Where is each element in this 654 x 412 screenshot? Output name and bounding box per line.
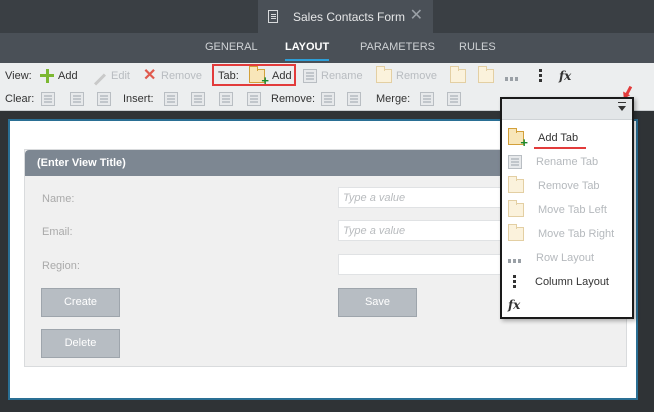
view-edit-button[interactable]: Edit (93, 68, 130, 86)
remove-row-icon (347, 92, 361, 106)
nav-tabs: GENERAL LAYOUT PARAMETERS RULES (0, 33, 654, 63)
insert-row-above-icon (219, 92, 233, 106)
move-tab-right-button[interactable] (478, 66, 498, 84)
insert-label: Insert: (123, 93, 154, 105)
menu-item-fx[interactable]: fx (508, 296, 520, 314)
tab-rename-button[interactable]: Rename (303, 68, 363, 84)
insert-row-below-icon (247, 92, 261, 106)
clear-row-icon (70, 92, 84, 106)
remove-button-2[interactable] (347, 91, 365, 107)
row-layout-button[interactable] (505, 68, 523, 84)
view-remove-button[interactable]: ✕ Remove (143, 68, 202, 84)
row-layout-icon (508, 258, 522, 263)
move-tab-right-icon (508, 224, 524, 241)
menu-item-rename-tab[interactable]: Rename Tab (508, 153, 598, 171)
save-button[interactable]: Save (338, 288, 417, 317)
insert-button-3[interactable] (219, 91, 237, 107)
insert-column-left-icon (164, 92, 178, 106)
clear-label: Clear: (5, 93, 35, 105)
clear-cell-icon (41, 92, 55, 106)
tab-dropdown-menu: Add Tab Rename Tab Remove Tab Move Tab L… (500, 97, 634, 319)
insert-button-2[interactable] (191, 91, 209, 107)
form-title[interactable]: (Enter View Title) (37, 157, 126, 169)
insert-column-right-icon (191, 92, 205, 106)
menu-item-add-tab[interactable]: Add Tab (508, 128, 578, 150)
plus-icon (40, 69, 54, 83)
remove-button-1[interactable] (321, 91, 339, 107)
tab-general[interactable]: GENERAL (205, 41, 258, 53)
view-label: View: (5, 70, 32, 82)
fx-icon: fx (508, 298, 521, 312)
remove-label: Remove: (271, 93, 316, 105)
move-tab-left-button[interactable] (450, 66, 470, 84)
column-layout-button[interactable] (534, 68, 547, 84)
document-icon (268, 10, 278, 23)
menu-item-remove-tab[interactable]: Remove Tab (508, 176, 600, 195)
window-title: Sales Contacts Form (293, 9, 406, 24)
remove-tab-icon (508, 176, 524, 193)
remove-icon: ✕ (143, 67, 157, 84)
add-tab-underline (534, 147, 586, 149)
menu-item-row-layout[interactable]: Row Layout (508, 249, 594, 267)
remove-column-icon (321, 92, 335, 106)
close-icon[interactable]: ✕ (410, 8, 423, 24)
clear-button-3[interactable] (97, 91, 115, 107)
dropdown-caret-icon[interactable] (618, 102, 626, 111)
move-tab-left-icon (450, 66, 466, 83)
merge-right-icon (420, 92, 434, 106)
add-tab-icon (508, 128, 528, 150)
merge-down-icon (447, 92, 461, 106)
document-tab[interactable]: Sales Contacts Form ✕ (258, 0, 433, 33)
row-layout-icon (505, 76, 519, 81)
tab-add-highlight (212, 64, 296, 86)
region-label: Region: (42, 260, 80, 272)
rename-tab-icon (508, 155, 522, 169)
merge-label: Merge: (376, 93, 411, 105)
column-layout-icon (539, 69, 542, 83)
clear-column-icon (97, 92, 111, 106)
insert-button-1[interactable] (164, 91, 182, 107)
remove-tab-icon (376, 66, 392, 83)
email-label: Email: (42, 226, 73, 238)
rename-tab-icon (303, 69, 317, 83)
tab-parameters[interactable]: PARAMETERS (360, 41, 435, 53)
name-label: Name: (42, 193, 75, 205)
fx-button[interactable]: fx (559, 68, 571, 84)
insert-button-4[interactable] (247, 91, 265, 107)
tab-rules[interactable]: RULES (459, 41, 496, 53)
toolbar-row-1: View: Add Edit ✕Remove Tab: Add Rename R… (0, 65, 654, 88)
tab-layout[interactable]: LAYOUT (285, 41, 329, 53)
menu-item-column-layout[interactable]: Column Layout (508, 273, 609, 291)
menu-header[interactable] (502, 99, 632, 120)
delete-button[interactable]: Delete (41, 329, 120, 358)
title-bar: Sales Contacts Form ✕ (0, 0, 654, 33)
active-tab-indicator (285, 59, 329, 61)
move-tab-left-icon (508, 200, 524, 217)
merge-button-2[interactable] (447, 91, 465, 107)
clear-button-2[interactable] (70, 91, 88, 107)
clear-button-1[interactable] (41, 91, 59, 107)
merge-button-1[interactable] (420, 91, 438, 107)
view-add-button[interactable]: Add (40, 68, 78, 84)
create-button[interactable]: Create (41, 288, 120, 317)
pencil-icon (93, 72, 107, 86)
column-layout-icon (513, 275, 516, 289)
tab-remove-button[interactable]: Remove (376, 66, 437, 84)
menu-item-move-tab-right[interactable]: Move Tab Right (508, 224, 614, 243)
menu-item-move-tab-left[interactable]: Move Tab Left (508, 200, 607, 219)
fx-icon: fx (559, 69, 572, 83)
move-tab-right-icon (478, 66, 494, 83)
